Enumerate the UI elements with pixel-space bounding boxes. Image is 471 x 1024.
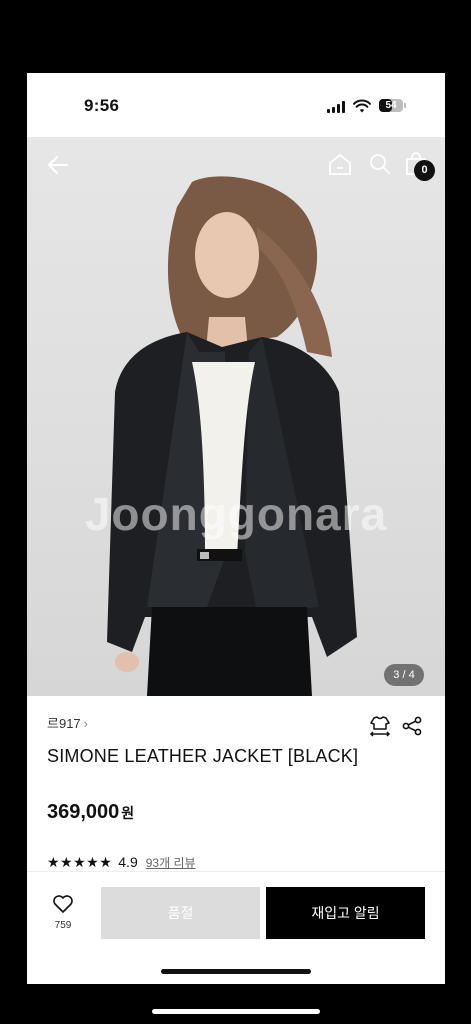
brand-name: 르917 [47, 716, 81, 731]
product-title: SIMONE LEATHER JACKET [BLACK] [47, 746, 359, 766]
back-arrow-icon[interactable] [45, 152, 71, 178]
price-value: 369,000 [47, 801, 120, 823]
phone-screen: 9:56 54 0 Joonggonara 3 / 4 르917 › SIMON… [27, 73, 445, 984]
battery-tip [404, 103, 406, 108]
image-page-indicator: 3 / 4 [384, 664, 424, 686]
rating-value: 4.9 [118, 854, 138, 870]
cart-count-badge: 0 [414, 160, 435, 181]
restock-alert-button[interactable]: 재입고 알림 [266, 887, 425, 939]
share-icon[interactable] [401, 715, 423, 737]
device-home-indicator [152, 1009, 320, 1014]
watermark-text: Joonggonara [84, 488, 388, 540]
chevron-right-icon: › [83, 716, 88, 731]
product-price: 369,000 원 [47, 801, 134, 824]
product-image[interactable]: 0 Joonggonara 3 / 4 [27, 137, 445, 696]
cellular-signal-icon [327, 101, 347, 113]
product-photo-illustration [107, 176, 357, 696]
hanger-size-icon[interactable] [368, 714, 392, 738]
review-count-link[interactable]: 93개 리뷰 [146, 854, 196, 871]
wishlist-count: 759 [54, 920, 72, 931]
star-rating-icon: ★★★★★ [47, 853, 113, 870]
price-currency: 원 [121, 805, 135, 821]
wishlist-button[interactable]: 759 [45, 894, 81, 942]
sold-out-button[interactable]: 품절 [101, 887, 260, 939]
status-bar: 9:56 54 [27, 73, 445, 137]
wifi-icon [353, 99, 371, 113]
heart-icon [53, 895, 73, 913]
bottom-action-bar: 759 품절 재입고 알림 [27, 871, 445, 984]
home-icon[interactable] [327, 151, 353, 177]
brand-link[interactable]: 르917 › [47, 713, 88, 732]
battery-level: 54 [385, 100, 397, 111]
status-time: 9:56 [84, 96, 120, 115]
home-indicator [161, 969, 311, 974]
battery-icon: 54 [379, 99, 403, 112]
search-icon[interactable] [367, 151, 393, 177]
rating-row: ★★★★★ 4.9 93개 리뷰 [47, 852, 196, 872]
